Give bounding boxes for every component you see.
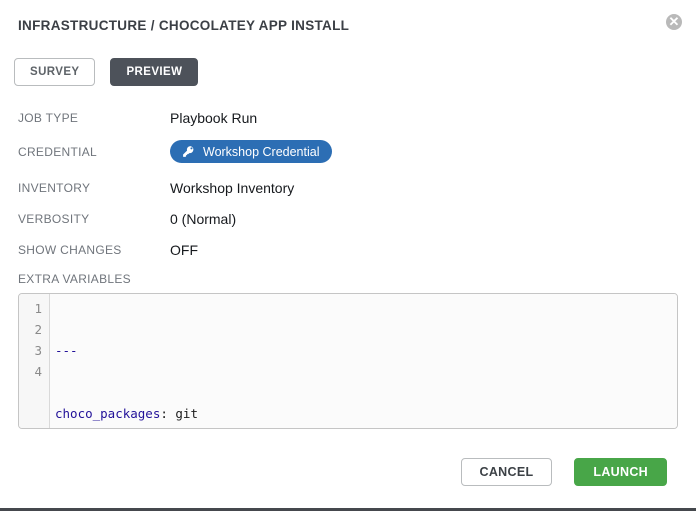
job-details: JOB TYPE Playbook Run CREDENTIAL Worksho… <box>18 109 682 259</box>
line-number: 1 <box>19 298 42 319</box>
tab-bar: SURVEY PREVIEW <box>14 58 682 86</box>
job-type-label: JOB TYPE <box>18 111 170 125</box>
credential-badge-label: Workshop Credential <box>203 145 320 159</box>
tab-survey[interactable]: SURVEY <box>14 58 95 86</box>
modal-bottom-edge <box>0 508 696 511</box>
launch-button[interactable]: LAUNCH <box>574 458 667 486</box>
extra-variables-label: EXTRA VARIABLES <box>18 272 682 286</box>
show-changes-label: SHOW CHANGES <box>18 243 170 257</box>
close-icon[interactable]: ✕ <box>666 14 682 30</box>
editor-code-area[interactable]: --- choco_packages: git app_state: prese… <box>50 294 677 428</box>
verbosity-label: VERBOSITY <box>18 212 170 226</box>
credential-badge[interactable]: Workshop Credential <box>170 140 332 163</box>
inventory-label: INVENTORY <box>18 181 170 195</box>
line-number: 2 <box>19 319 42 340</box>
job-type-value: Playbook Run <box>170 110 257 126</box>
tab-preview[interactable]: PREVIEW <box>110 58 198 86</box>
detail-row-job-type: JOB TYPE Playbook Run <box>18 109 682 127</box>
detail-row-credential: CREDENTIAL Workshop Credential <box>18 140 682 163</box>
code-line: choco_packages: git <box>55 403 677 424</box>
line-number: 4 <box>19 361 42 382</box>
credential-label: CREDENTIAL <box>18 145 170 159</box>
code-line: --- <box>55 340 677 361</box>
editor-line-number-gutter: 1 2 3 4 <box>19 294 50 428</box>
modal-header: INFRASTRUCTURE / CHOCOLATEY APP INSTALL … <box>18 14 682 33</box>
verbosity-value: 0 (Normal) <box>170 211 236 227</box>
cancel-button[interactable]: CANCEL <box>461 458 553 486</box>
show-changes-value: OFF <box>170 242 198 258</box>
detail-row-show-changes: SHOW CHANGES OFF <box>18 241 682 259</box>
modal-footer: CANCEL LAUNCH <box>18 458 682 486</box>
line-number: 3 <box>19 340 42 361</box>
detail-row-verbosity: VERBOSITY 0 (Normal) <box>18 210 682 228</box>
modal-title: INFRASTRUCTURE / CHOCOLATEY APP INSTALL <box>18 14 349 33</box>
detail-row-inventory: INVENTORY Workshop Inventory <box>18 179 682 197</box>
extra-variables-editor[interactable]: 1 2 3 4 --- choco_packages: git app_stat… <box>18 293 678 429</box>
key-icon <box>182 145 195 158</box>
job-launch-preview-modal: INFRASTRUCTURE / CHOCOLATEY APP INSTALL … <box>0 0 696 515</box>
inventory-value: Workshop Inventory <box>170 180 294 196</box>
